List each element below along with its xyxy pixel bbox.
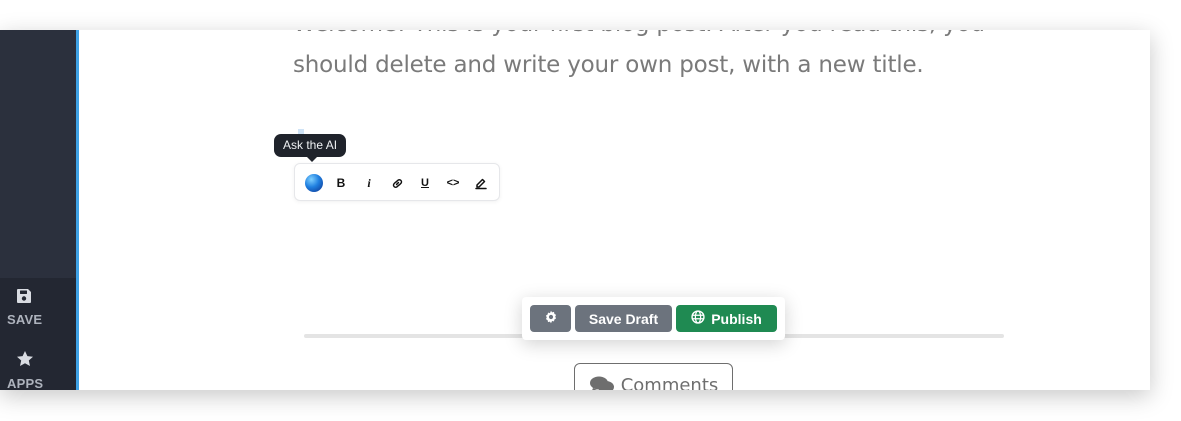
settings-button[interactable]	[530, 305, 571, 332]
italic-button[interactable]: i	[358, 172, 380, 194]
highlight-pen-icon	[474, 176, 488, 190]
gear-icon	[544, 310, 558, 327]
ask-ai-button[interactable]	[303, 172, 325, 194]
post-body-line: should delete and write your own post, w…	[293, 52, 924, 78]
ask-ai-tooltip: Ask the AI	[274, 134, 347, 157]
comments-button[interactable]: Comments	[574, 363, 733, 390]
post-body-line: Welcome! This is your first blog post. A…	[293, 30, 993, 45]
post-body[interactable]: Welcome! This is your first blog post. A…	[293, 30, 993, 86]
editor-window: SAVE APPS Welcome! This is your first bl…	[0, 30, 1150, 390]
sidebar-save-label: SAVE	[7, 312, 43, 327]
globe-icon	[691, 310, 705, 327]
save-draft-button[interactable]: Save Draft	[575, 305, 672, 332]
sidebar-accent-divider	[76, 30, 79, 390]
publish-action-bar: Save Draft Publish	[522, 297, 785, 340]
comments-label: Comments	[620, 375, 719, 390]
star-icon	[16, 350, 33, 366]
sidebar-apps-label: APPS	[7, 376, 44, 390]
format-toolbar: B i U <>	[294, 163, 500, 201]
publish-button[interactable]: Publish	[676, 305, 777, 332]
underline-button[interactable]: U	[414, 172, 436, 194]
sidebar: SAVE APPS	[0, 30, 76, 390]
publish-label: Publish	[711, 310, 762, 327]
bold-button[interactable]: B	[330, 172, 352, 194]
ai-orb-icon	[305, 174, 323, 192]
link-icon	[391, 177, 404, 190]
sidebar-apps-button[interactable]: APPS	[6, 350, 66, 390]
save-icon	[16, 288, 32, 304]
link-button[interactable]	[386, 172, 408, 194]
sidebar-actions: SAVE APPS	[0, 278, 76, 390]
code-icon: <>	[446, 177, 460, 189]
bold-icon: B	[336, 176, 346, 190]
sidebar-save-button[interactable]: SAVE	[6, 288, 66, 338]
tooltip-arrow	[306, 156, 318, 162]
comments-icon	[589, 375, 615, 390]
highlight-button[interactable]	[470, 172, 492, 194]
code-button[interactable]: <>	[442, 172, 464, 194]
underline-icon: U	[421, 177, 429, 189]
italic-icon: i	[367, 175, 371, 190]
save-draft-label: Save Draft	[588, 310, 659, 327]
